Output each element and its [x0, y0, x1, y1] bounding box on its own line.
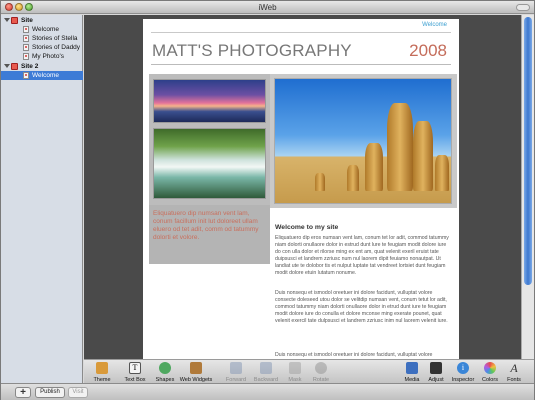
text-box-button[interactable]: T Text Box [118, 361, 152, 383]
page-icon [23, 53, 29, 60]
rotate-button[interactable]: Rotate [304, 361, 338, 383]
add-page-button[interactable]: + [15, 387, 31, 398]
river-photo[interactable] [153, 128, 266, 199]
fonts-icon: A [510, 361, 518, 375]
site-title[interactable]: MATT'S PHOTOGRAPHY [152, 41, 352, 61]
site-year[interactable]: 2008 [409, 41, 447, 61]
rotate-icon [315, 362, 327, 374]
rock-spire [365, 143, 383, 191]
page-canvas-area: Welcome MATT'S PHOTOGRAPHY 2008 Eliquatu… [84, 15, 521, 359]
close-button[interactable] [5, 3, 13, 11]
sidebar-item-label: Stories of Stella [32, 35, 78, 42]
sidebar-item-stories-of-stella[interactable]: Stories of Stella [1, 34, 83, 43]
colors-icon [484, 362, 496, 374]
title-divider [151, 64, 451, 65]
sidebar-item-site-2[interactable]: Site 2 [1, 62, 83, 71]
sidebar-item-label: My Photo's [32, 53, 64, 60]
pinnacles-photo[interactable] [274, 78, 452, 204]
body-heading[interactable]: Welcome to my site [275, 224, 338, 231]
media-icon [406, 362, 418, 374]
body-paragraph[interactable]: Duis nonsequ et ismodol oreetuer ini dol… [275, 352, 451, 359]
sidebar-item-label: Welcome [32, 26, 59, 33]
shapes-icon [159, 362, 171, 374]
caption-text-box[interactable]: Eliquatuero dip numsan vent lam, conum f… [149, 205, 270, 264]
window-title: iWeb [258, 3, 277, 12]
visit-button[interactable]: Visit [68, 387, 88, 398]
nav-divider [151, 32, 451, 33]
zoom-button[interactable] [25, 3, 33, 11]
publish-button[interactable]: Publish [35, 387, 65, 398]
rock-spire [315, 173, 325, 191]
inspector-icon: i [457, 362, 469, 374]
sidebar-item-label: Site [21, 17, 33, 24]
bottom-bar: + Publish Visit [1, 383, 534, 400]
shapes-button[interactable]: Shapes [148, 361, 182, 383]
minimize-button[interactable] [15, 3, 23, 11]
webpage-canvas[interactable]: Welcome MATT'S PHOTOGRAPHY 2008 Eliquatu… [143, 19, 459, 359]
forward-icon [230, 362, 242, 374]
sidebar-item-site[interactable]: Site [1, 16, 83, 25]
sidebar-item-label: Site 2 [21, 63, 39, 70]
sidebar-item-welcome[interactable]: Welcome [1, 25, 83, 34]
rock-spire [413, 121, 433, 191]
web-widgets-icon [190, 362, 202, 374]
rock-spire [435, 155, 449, 191]
web-widgets-button[interactable]: Web Widgets [179, 361, 213, 383]
page-icon [23, 72, 29, 79]
sidebar-item-label: Stories of Daddy [32, 44, 81, 51]
title-bar[interactable]: iWeb [1, 1, 534, 14]
site-organizer-sidebar: Site Welcome Stories of Stella Stories o… [1, 15, 83, 383]
sidebar-item-welcome-selected[interactable]: Welcome [1, 71, 83, 80]
theme-button[interactable]: Theme [85, 361, 119, 383]
photo-column: Eliquatuero dip numsan vent lam, conum f… [149, 74, 270, 264]
disclosure-triangle-icon[interactable] [4, 18, 10, 22]
fonts-button[interactable]: A Fonts [497, 361, 531, 383]
sunset-photo[interactable] [153, 79, 266, 123]
page-icon [23, 44, 29, 51]
site-icon [11, 63, 18, 70]
rock-spire [347, 165, 359, 191]
page-icon [23, 35, 29, 42]
body-paragraph[interactable]: Eliquatuero dip eros numsan vent lam, co… [275, 235, 451, 277]
sidebar-item-label: Welcome [32, 72, 59, 79]
nav-link-welcome[interactable]: Welcome [422, 22, 447, 28]
scroll-thumb[interactable] [524, 17, 532, 285]
toolbar-toggle-button[interactable] [516, 4, 530, 11]
forward-button[interactable]: Forward [219, 361, 253, 383]
backward-icon [260, 362, 272, 374]
vertical-scrollbar[interactable] [521, 15, 534, 359]
mask-icon [289, 362, 301, 374]
adjust-icon [430, 362, 442, 374]
rock-spire [387, 103, 413, 191]
body-paragraph[interactable]: Duis nonsequ et ismodol oreetuer ini dol… [275, 290, 451, 325]
sidebar-item-my-photos[interactable]: My Photo's [1, 52, 83, 61]
iweb-window: iWeb Site Welcome Stories of Stella Stor… [0, 0, 535, 400]
text-box-icon: T [129, 362, 141, 374]
site-icon [11, 17, 18, 24]
disclosure-triangle-icon[interactable] [4, 64, 10, 68]
bottom-toolbar: Theme T Text Box Shapes Web Widgets Forw… [84, 359, 534, 383]
page-icon [23, 26, 29, 33]
sidebar-item-stories-of-daddy[interactable]: Stories of Daddy [1, 43, 83, 52]
theme-icon [96, 362, 108, 374]
